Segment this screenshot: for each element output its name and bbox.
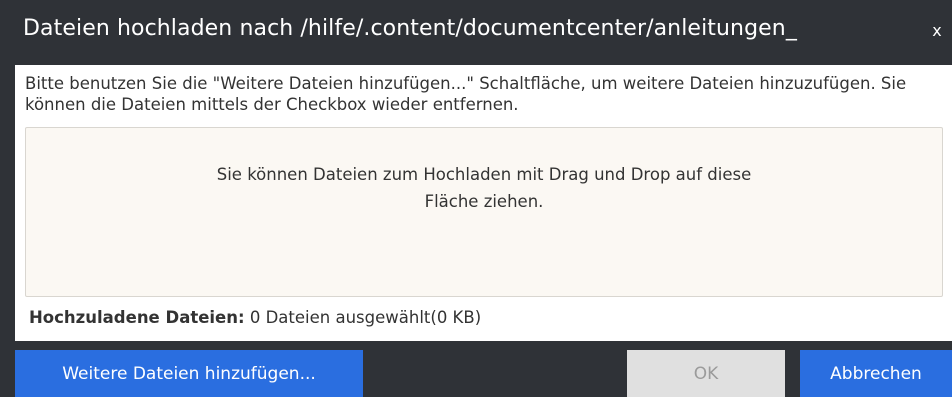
drop-zone[interactable]: Sie können Dateien zum Hochladen mit Dra… [25,127,943,297]
drop-zone-text: Sie können Dateien zum Hochladen mit Dra… [26,161,942,215]
dialog-titlebar: Dateien hochladen nach /hilfe/.content/d… [0,0,952,64]
cancel-button[interactable]: Abbrechen [800,350,952,397]
add-files-button[interactable]: Weitere Dateien hinzufügen... [15,350,363,397]
files-summary-label: Hochzuladene Dateien: [29,308,245,327]
upload-dialog: Dateien hochladen nach /hilfe/.content/d… [0,0,952,397]
dialog-title: Dateien hochladen nach /hilfe/.content/d… [23,16,797,41]
close-icon[interactable]: x [930,22,944,40]
drop-zone-line-1: Sie können Dateien zum Hochladen mit Dra… [216,165,752,184]
dialog-content: Bitte benutzen Sie die "Weitere Dateien … [15,65,952,341]
instructions-text: Bitte benutzen Sie die "Weitere Dateien … [25,74,907,114]
files-summary: Hochzuladene Dateien: 0 Dateien ausgewäh… [29,308,481,327]
drop-zone-line-2: Fläche ziehen. [424,192,544,211]
ok-button[interactable]: OK [627,350,785,397]
files-summary-value: 0 Dateien ausgewählt(0 KB) [244,308,482,327]
